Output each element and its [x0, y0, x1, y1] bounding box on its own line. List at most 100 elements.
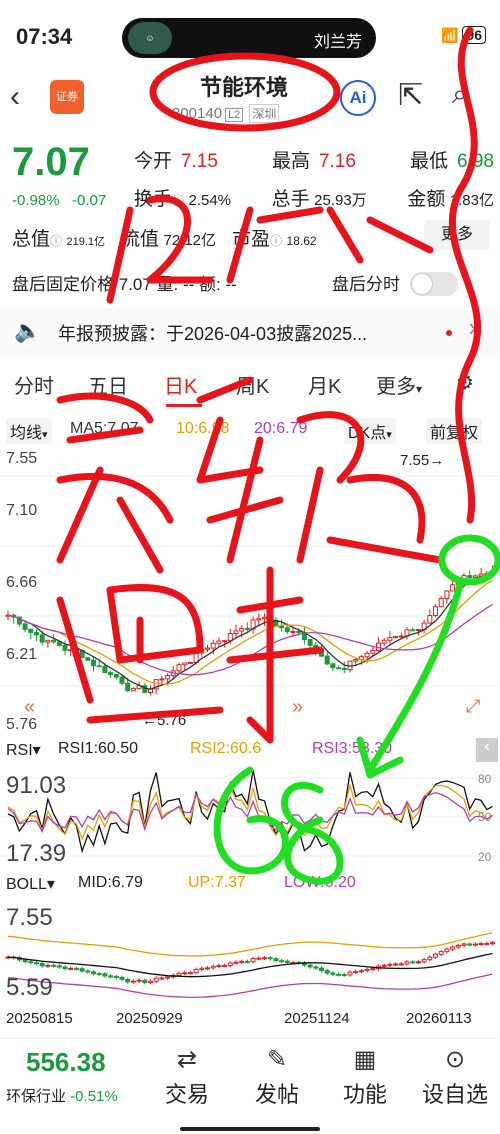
after-hours-info: 盘后固定价格 7.07 量: -- 额: -- — [12, 275, 237, 294]
boll-candle — [85, 970, 91, 973]
candle-body — [427, 615, 433, 624]
candle-body — [324, 655, 330, 665]
info-icon[interactable]: ⓘ — [172, 194, 184, 208]
candle-body — [341, 667, 347, 671]
date-label: 20251124 — [284, 1010, 350, 1027]
adjust-button[interactable]: 前复权 — [426, 418, 483, 444]
candle-body — [91, 659, 96, 667]
dynamic-island[interactable]: ☺ 刘兰芳 — [122, 18, 376, 58]
notice-bar[interactable]: 🔈 年报预披露：于2026-04-03披露2025... × — [0, 308, 500, 356]
ai-button[interactable]: Ai — [340, 80, 376, 116]
rsi-selector[interactable]: RSI▾ — [6, 740, 41, 760]
sector-index[interactable]: 环保行业 -0.51% — [6, 1085, 118, 1106]
boll-header: BOLL▾ MID:6.79 UP:7.37 LOW:6.20 — [0, 870, 500, 898]
high-marker-value: 7.55 — [400, 452, 430, 469]
boll-candle — [28, 961, 34, 964]
tab-weekly-k[interactable]: 周K — [236, 370, 269, 399]
dk-button[interactable]: DK点▾ — [344, 418, 396, 444]
candle-body — [461, 575, 467, 581]
boll-candle — [130, 980, 136, 983]
info-icon[interactable]: ⓘ — [50, 234, 62, 248]
boll-candle — [398, 963, 404, 966]
candle-body — [490, 570, 495, 575]
candle-body — [256, 618, 262, 621]
boll-candle — [51, 964, 57, 967]
ma10-value: 10:6.98 — [176, 420, 230, 437]
tab-monthly-k[interactable]: 月K — [308, 370, 341, 399]
boll-selector[interactable]: BOLL▾ — [6, 874, 55, 894]
candle-body — [165, 675, 171, 680]
sector-index-value[interactable]: 556.38 — [26, 1047, 106, 1078]
candle-body — [34, 631, 39, 636]
scroll-left-icon[interactable]: « — [24, 696, 35, 719]
boll-candle — [336, 973, 342, 976]
candle-body — [330, 663, 336, 669]
function-button[interactable]: ▦ 功能 — [330, 1043, 400, 1109]
boll-y-low: 5.59 — [6, 974, 53, 1001]
back-icon[interactable]: ‹ — [10, 80, 20, 114]
candle-body — [364, 652, 370, 658]
boll-chart[interactable]: 7.55 5.59 — [0, 898, 500, 1006]
boll-candle — [387, 963, 393, 966]
candle-body — [370, 649, 376, 654]
fullscreen-icon[interactable]: ⤢ — [466, 696, 480, 717]
ma-selector[interactable]: 均线▾ — [6, 418, 52, 444]
boll-y-high: 7.55 — [6, 904, 53, 931]
tab-more[interactable]: 更多▾ — [376, 370, 422, 399]
y-label-2: 7.10 — [6, 502, 38, 519]
boll-candle — [125, 978, 131, 983]
date-axis: 20250815 20250929 20251124 20260113 — [0, 1008, 500, 1032]
boll-candle — [62, 966, 68, 970]
candle-body — [296, 631, 302, 634]
low-label: 最低 — [410, 151, 449, 172]
candle-body — [336, 667, 342, 670]
candle-body — [239, 627, 245, 632]
contact-name: 刘兰芳 — [313, 34, 362, 51]
candle-body — [455, 579, 461, 586]
candle-body — [125, 682, 131, 692]
high-label: 最高 — [272, 151, 311, 172]
settings-icon[interactable]: ⚙ — [456, 370, 474, 395]
tab-five-day[interactable]: 五日 — [88, 370, 128, 399]
more-button[interactable]: 更多 — [424, 220, 490, 250]
broker-badge[interactable]: 证券 — [50, 80, 84, 114]
post-button[interactable]: ✎ 发帖 — [242, 1043, 312, 1109]
boll-candle — [273, 958, 279, 962]
last-price: 7.07 — [12, 140, 90, 184]
collapse-icon[interactable]: ‹ — [476, 738, 498, 762]
boll-svg — [5, 932, 495, 999]
candle-body — [387, 636, 393, 641]
add-watchlist-button[interactable]: ⊙ 设自选 — [420, 1043, 490, 1109]
boll-candle — [370, 968, 376, 971]
rsi-chart[interactable]: 91.03 17.39 80 50 20 — [0, 764, 500, 870]
high-value: 7.16 — [318, 151, 356, 172]
candle-body — [279, 625, 285, 629]
search-icon[interactable]: ⌕ — [452, 78, 468, 111]
boll-candle — [165, 976, 171, 979]
tab-daily-k[interactable]: 日K — [164, 370, 197, 399]
boll-candle — [182, 972, 188, 975]
candle-body — [444, 590, 450, 600]
function-label: 功能 — [342, 1082, 387, 1107]
after-hours-toggle[interactable] — [410, 272, 458, 296]
boll-candle — [341, 974, 347, 977]
rsi-50-label: 50 — [478, 810, 492, 824]
boll-candle — [427, 956, 433, 961]
tab-intraday[interactable]: 分时 — [14, 370, 54, 399]
boll-candle — [34, 962, 39, 965]
boll-candle — [233, 961, 239, 964]
share-icon[interactable]: ⇱ — [398, 78, 423, 113]
volume-label: 总手 — [271, 189, 310, 210]
boll-candle — [330, 972, 336, 975]
page-title: 节能环境 — [200, 75, 289, 100]
scroll-right-icon[interactable]: » — [292, 696, 303, 719]
candle-body — [85, 657, 91, 661]
rsi1-value: RSI1:60.50 — [58, 740, 139, 757]
candle-body — [222, 640, 228, 643]
close-icon[interactable]: × — [468, 316, 482, 344]
info-icon[interactable]: ⓘ — [270, 234, 282, 248]
candle-body — [415, 629, 421, 632]
rsi-y-high: 91.03 — [6, 772, 67, 799]
kline-chart[interactable]: 7.55 7.10 6.66 6.21 5.76 7.55→ ←5.76 « »… — [0, 446, 500, 736]
trade-button[interactable]: ⇄ 交易 — [152, 1043, 222, 1109]
